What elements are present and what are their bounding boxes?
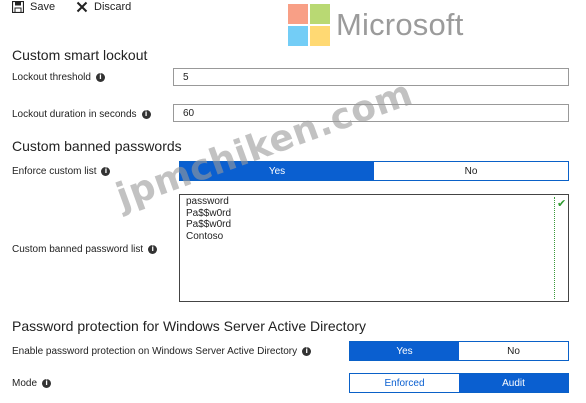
banned-password-entry: Contoso bbox=[186, 230, 224, 242]
mode-enforced-option[interactable]: Enforced bbox=[350, 374, 459, 392]
custom-banned-list-label-text: Custom banned password list bbox=[12, 244, 144, 255]
enforce-no-option[interactable]: No bbox=[374, 162, 568, 180]
lockout-threshold-label: Lockout threshold i bbox=[12, 72, 105, 83]
mode-label: Mode i bbox=[12, 378, 52, 389]
section-heading-smart-lockout: Custom smart lockout bbox=[12, 47, 148, 63]
enable-protection-label: Enable password protection on Windows Se… bbox=[12, 346, 312, 357]
info-icon[interactable]: i bbox=[302, 347, 312, 356]
microsoft-logo: Microsoft bbox=[288, 4, 464, 46]
save-label: Save bbox=[30, 1, 56, 13]
section-heading-banned-passwords: Custom banned passwords bbox=[12, 138, 182, 154]
banned-password-entry: password bbox=[186, 196, 229, 207]
banned-password-entry: Pa$$w0rd bbox=[186, 219, 232, 230]
checkmark-icon: ✔ bbox=[557, 198, 567, 210]
mode-toggle[interactable]: Enforced Audit bbox=[349, 373, 569, 393]
mode-audit-option[interactable]: Audit bbox=[459, 374, 568, 392]
info-icon[interactable]: i bbox=[95, 73, 105, 82]
custom-banned-password-textarea[interactable]: password Pa$$w0rd Pa$$w0rd Contoso ✔ bbox=[179, 194, 569, 302]
enable-no-option[interactable]: No bbox=[459, 342, 568, 360]
banned-password-entry: Pa$$w0rd bbox=[186, 207, 232, 219]
enable-yes-option[interactable]: Yes bbox=[350, 342, 459, 360]
discard-button[interactable]: Discard bbox=[76, 0, 131, 14]
banned-password-lines: password Pa$$w0rd Pa$$w0rd Contoso bbox=[186, 196, 231, 242]
section-heading-password-protection: Password protection for Windows Server A… bbox=[12, 318, 367, 334]
info-icon[interactable]: i bbox=[101, 167, 111, 176]
lockout-duration-label: Lockout duration in seconds i bbox=[12, 109, 151, 120]
enable-protection-toggle[interactable]: Yes No bbox=[349, 341, 569, 361]
lockout-duration-label-text: Lockout duration in seconds bbox=[12, 109, 137, 120]
save-button[interactable]: Save bbox=[11, 0, 56, 14]
info-icon[interactable]: i bbox=[141, 110, 151, 119]
info-icon[interactable]: i bbox=[42, 379, 52, 388]
microsoft-logo-icon bbox=[288, 4, 330, 46]
discard-label: Discard bbox=[94, 1, 132, 13]
enforce-custom-list-label-text: Enforce custom list bbox=[12, 166, 97, 177]
microsoft-logo-text: Microsoft bbox=[336, 7, 464, 42]
info-icon[interactable]: i bbox=[148, 245, 158, 254]
lockout-threshold-label-text: Lockout threshold bbox=[12, 72, 91, 83]
close-icon bbox=[76, 1, 88, 13]
validation-divider bbox=[554, 197, 555, 299]
save-icon bbox=[11, 0, 25, 14]
enforce-custom-list-label: Enforce custom list i bbox=[12, 166, 111, 177]
enable-protection-label-text: Enable password protection on Windows Se… bbox=[12, 346, 298, 357]
custom-banned-list-label: Custom banned password list i bbox=[12, 244, 158, 255]
mode-label-text: Mode bbox=[12, 378, 38, 389]
